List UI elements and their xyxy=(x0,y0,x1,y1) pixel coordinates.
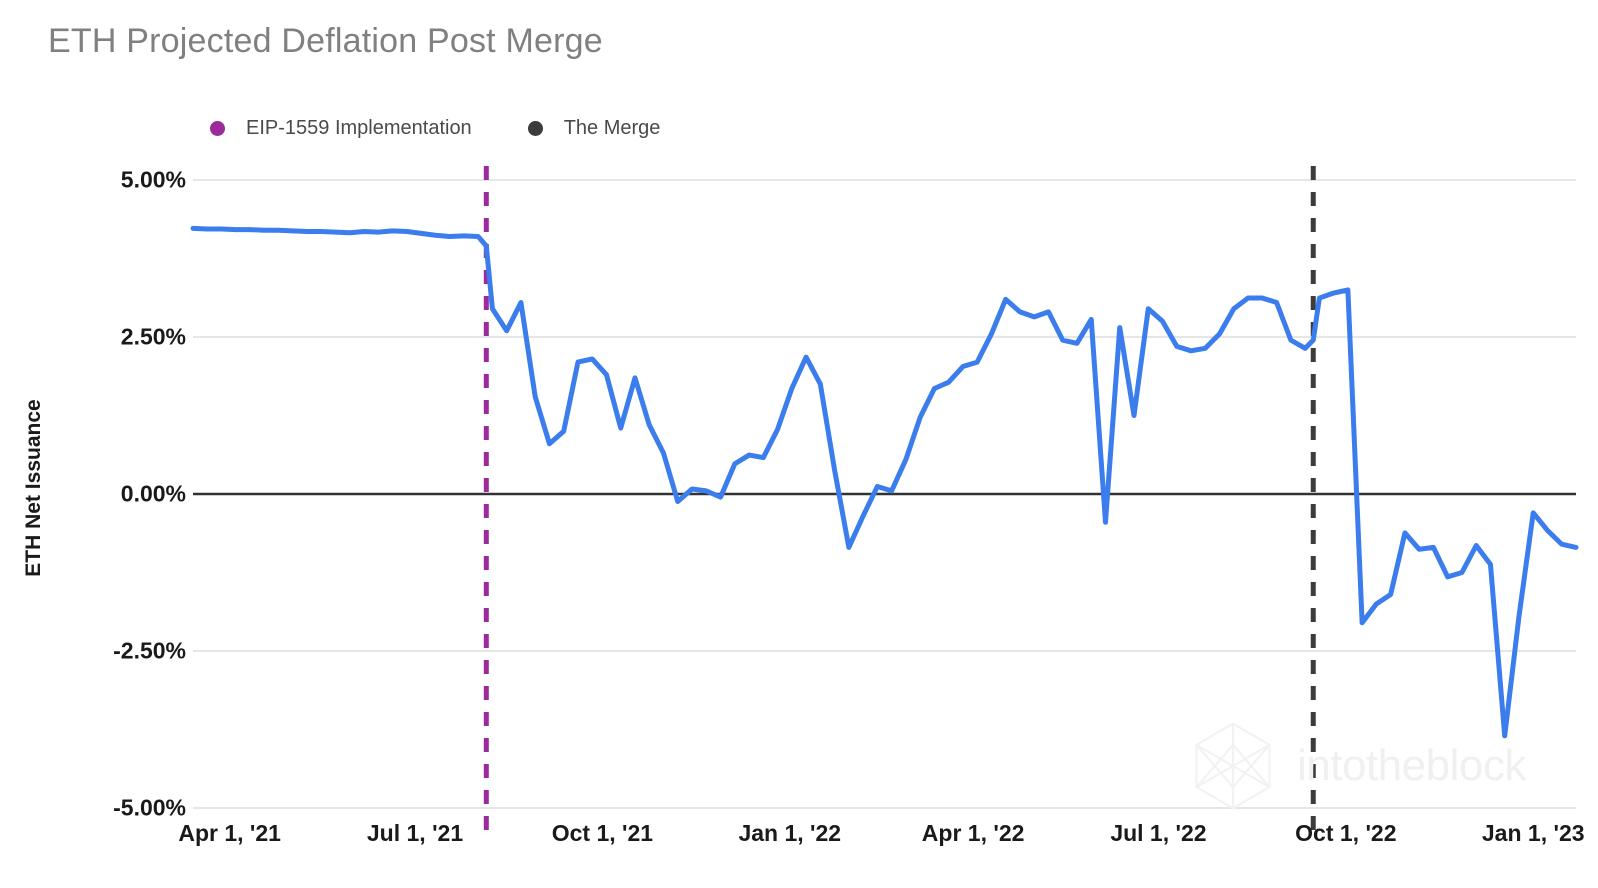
y-tick-label: -5.00% xyxy=(113,794,186,821)
plot-area xyxy=(190,166,1579,830)
x-tick-label: Apr 1, '21 xyxy=(178,820,281,846)
x-tick-label: Jan 1, '22 xyxy=(738,820,842,846)
y-tick-label: 5.00% xyxy=(120,166,186,193)
chart-container: ETH Projected Deflation Post Merge EIP-1… xyxy=(0,0,1598,888)
x-tick-label: Jul 1, '21 xyxy=(366,820,464,846)
data-series xyxy=(190,225,1579,739)
x-tick-label: Oct 1, '21 xyxy=(551,820,654,846)
series-line xyxy=(190,225,1579,739)
y-tick-label: -2.50% xyxy=(113,637,186,664)
vertical-markers xyxy=(483,166,1316,830)
x-tick-label: Apr 1, '22 xyxy=(921,820,1025,846)
y-tick-label: 0.00% xyxy=(120,480,186,507)
y-tick-label: 2.50% xyxy=(120,323,186,350)
x-tick-label: Jan 1, '23 xyxy=(1481,820,1585,846)
x-tick-label: Jul 1, '22 xyxy=(1110,820,1207,846)
x-tick-label: Oct 1, '22 xyxy=(1295,820,1397,846)
